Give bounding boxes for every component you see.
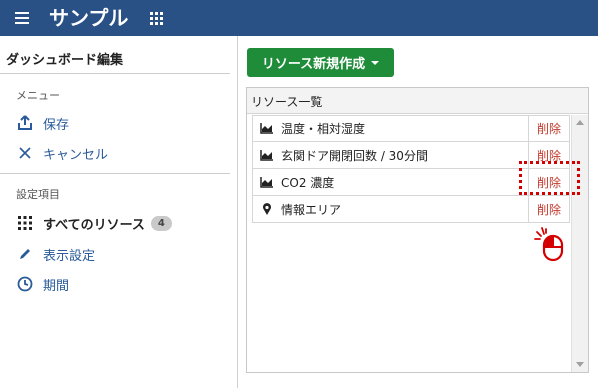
- new-resource-label: リソース新規作成: [261, 57, 366, 72]
- pencil-icon: [16, 245, 34, 263]
- scroll-down-arrow-icon[interactable]: [576, 362, 584, 367]
- area-chart-icon: [253, 123, 281, 134]
- app-title: サンプル: [49, 6, 129, 30]
- grid-icon: [16, 214, 34, 232]
- app-header: サンプル: [0, 0, 598, 36]
- menu-section-label: メニュー: [16, 89, 60, 102]
- save-label: 保存: [43, 117, 70, 133]
- caret-down-icon: [371, 60, 380, 65]
- cancel-label: キャンセル: [43, 147, 109, 163]
- divider: [0, 73, 230, 74]
- scrollbar[interactable]: [571, 115, 588, 372]
- sidebar: ダッシュボード編集 メニュー 保存 キャンセル 設定項目 すべてのリソース 4 …: [0, 36, 238, 388]
- delete-button[interactable]: 削除: [528, 196, 569, 222]
- settings-section-label: 設定項目: [16, 188, 60, 201]
- close-icon: [16, 144, 34, 162]
- divider: [0, 173, 230, 174]
- panel-title: リソース一覧: [251, 95, 323, 109]
- area-chart-icon: [253, 149, 281, 161]
- scroll-up-arrow-icon[interactable]: [576, 120, 584, 125]
- hamburger-icon[interactable]: [15, 12, 29, 24]
- cancel-button[interactable]: キャンセル: [16, 143, 108, 163]
- resource-name: 情報エリア: [281, 202, 342, 217]
- resource-name: 玄関ドア開閉回数 / 30分間: [281, 148, 428, 163]
- list-item: 温度・相対湿度 削除: [252, 115, 570, 142]
- area-chart-icon: [253, 176, 281, 188]
- resource-name: 温度・相対湿度: [281, 122, 366, 136]
- map-pin-icon: [253, 202, 281, 216]
- sidebar-item-display-settings[interactable]: 表示設定: [16, 244, 95, 264]
- resource-count-badge: 4: [150, 215, 172, 231]
- list-item: 情報エリア 削除: [252, 196, 570, 223]
- resource-name: CO2 濃度: [281, 175, 335, 190]
- new-resource-button[interactable]: リソース新規作成: [247, 48, 394, 77]
- clock-icon: [16, 275, 34, 293]
- period-label: 期間: [43, 278, 70, 294]
- sidebar-item-all-resources[interactable]: すべてのリソース 4: [16, 213, 172, 233]
- apps-grid-icon[interactable]: [150, 12, 163, 25]
- panel-header: リソース一覧: [247, 88, 588, 114]
- save-button[interactable]: 保存: [16, 113, 69, 133]
- all-resources-label: すべてのリソース: [43, 217, 145, 233]
- highlight-box: [519, 161, 580, 195]
- sidebar-title: ダッシュボード編集: [6, 53, 124, 68]
- mouse-click-icon: [534, 227, 564, 262]
- delete-button[interactable]: 削除: [528, 116, 569, 141]
- upload-icon: [16, 114, 34, 132]
- display-settings-label: 表示設定: [43, 248, 96, 264]
- sidebar-item-period[interactable]: 期間: [16, 274, 69, 294]
